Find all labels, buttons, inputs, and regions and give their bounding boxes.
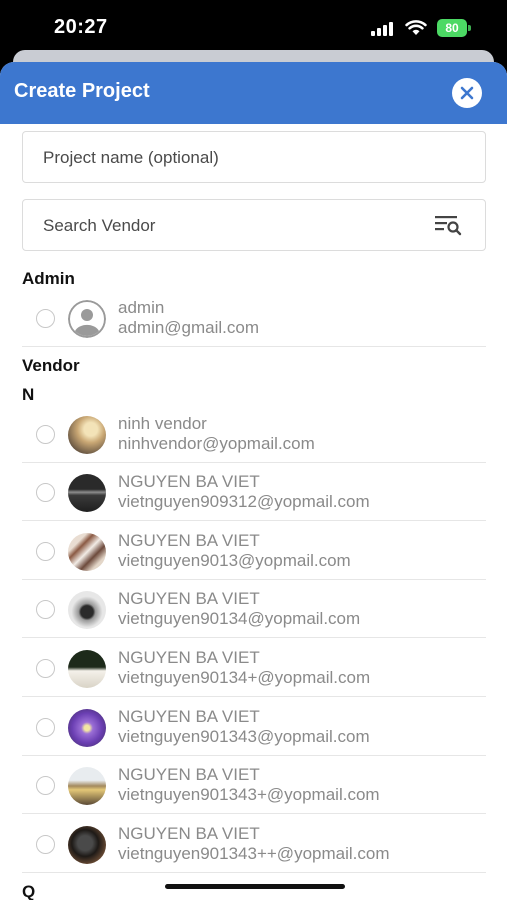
vendor-name: NGUYEN BA VIET [118, 472, 260, 491]
vendor-radio[interactable] [36, 718, 55, 737]
vendor-email: vietnguyen909312@yopmail.com [118, 492, 370, 511]
modal-header: Create Project [0, 62, 507, 124]
vendor-avatar [68, 767, 106, 805]
status-bar: 20:27 80 [0, 0, 507, 56]
vendor-row[interactable]: NGUYEN BA VIET vietnguyen901343+@yopmail… [22, 756, 486, 814]
vendor-radio[interactable] [36, 600, 55, 619]
vendor-email: vietnguyen90134@yopmail.com [118, 609, 361, 628]
vendor-radio[interactable] [36, 542, 55, 561]
vendor-name: NGUYEN BA VIET [118, 589, 260, 608]
home-indicator [165, 884, 345, 889]
project-name-placeholder: Project name (optional) [43, 148, 219, 167]
status-time: 20:27 [54, 16, 108, 38]
vendor-avatar [68, 826, 106, 864]
vendor-name: NGUYEN BA VIET [118, 648, 260, 667]
vendor-avatar [68, 533, 106, 571]
vendor-radio[interactable] [36, 835, 55, 854]
vendor-name: NGUYEN BA VIET [118, 824, 260, 843]
vendor-avatar [68, 591, 106, 629]
search-vendor-placeholder: Search Vendor [43, 216, 156, 235]
group-letter-q: Q [22, 882, 36, 900]
close-icon [460, 86, 474, 100]
vendor-row[interactable]: NGUYEN BA VIET vietnguyen901343++@yopmai… [22, 815, 486, 873]
vendor-row[interactable]: NGUYEN BA VIET vietnguyen90134+@yopmail.… [22, 639, 486, 697]
admin-radio[interactable] [36, 309, 55, 328]
vendor-radio[interactable] [36, 776, 55, 795]
vendor-avatar [68, 650, 106, 688]
vendor-radio[interactable] [36, 425, 55, 444]
vendor-name: ninh vendor [118, 414, 207, 433]
battery-level: 80 [437, 19, 467, 37]
vendor-email: vietnguyen9013@yopmail.com [118, 551, 351, 570]
section-admin-label: Admin [22, 269, 75, 288]
vendor-name: NGUYEN BA VIET [118, 707, 260, 726]
search-filter-icon[interactable] [435, 214, 463, 236]
wifi-icon [405, 19, 427, 37]
vendor-avatar [68, 416, 106, 454]
vendor-avatar [68, 474, 106, 512]
battery-icon: 80 [437, 19, 471, 37]
vendor-email: ninhvendor@yopmail.com [118, 434, 315, 453]
group-letter-n: N [22, 385, 35, 404]
vendor-row[interactable]: ninh vendor ninhvendor@yopmail.com [22, 405, 486, 463]
vendor-row[interactable]: NGUYEN BA VIET vietnguyen9013@yopmail.co… [22, 522, 486, 580]
vendor-radio[interactable] [36, 483, 55, 502]
admin-email: admin@gmail.com [118, 318, 260, 337]
project-name-input[interactable]: Project name (optional) [22, 131, 486, 183]
search-vendor-input[interactable]: Search Vendor [22, 199, 486, 251]
modal-title: Create Project [14, 80, 150, 102]
section-vendor-label: Vendor [22, 356, 80, 375]
vendor-row[interactable]: NGUYEN BA VIET vietnguyen90134@yopmail.c… [22, 580, 486, 638]
create-project-modal: Create Project Project name (optional) S… [0, 62, 507, 900]
vendor-email: vietnguyen90134+@yopmail.com [118, 668, 371, 687]
default-user-icon [68, 300, 106, 338]
vendor-email: vietnguyen901343+@yopmail.com [118, 785, 380, 804]
vendor-radio[interactable] [36, 659, 55, 678]
admin-row[interactable]: admin admin@gmail.com [22, 289, 486, 347]
vendor-email: vietnguyen901343@yopmail.com [118, 727, 370, 746]
signal-icon [371, 22, 397, 36]
vendor-name: NGUYEN BA VIET [118, 531, 260, 550]
vendor-name: NGUYEN BA VIET [118, 765, 260, 784]
vendor-row[interactable]: NGUYEN BA VIET vietnguyen901343@yopmail.… [22, 698, 486, 756]
close-button[interactable] [452, 78, 482, 108]
vendor-email: vietnguyen901343++@yopmail.com [118, 844, 390, 863]
vendor-row[interactable]: NGUYEN BA VIET vietnguyen909312@yopmail.… [22, 463, 486, 521]
vendor-avatar [68, 709, 106, 747]
admin-name: admin [118, 298, 165, 317]
